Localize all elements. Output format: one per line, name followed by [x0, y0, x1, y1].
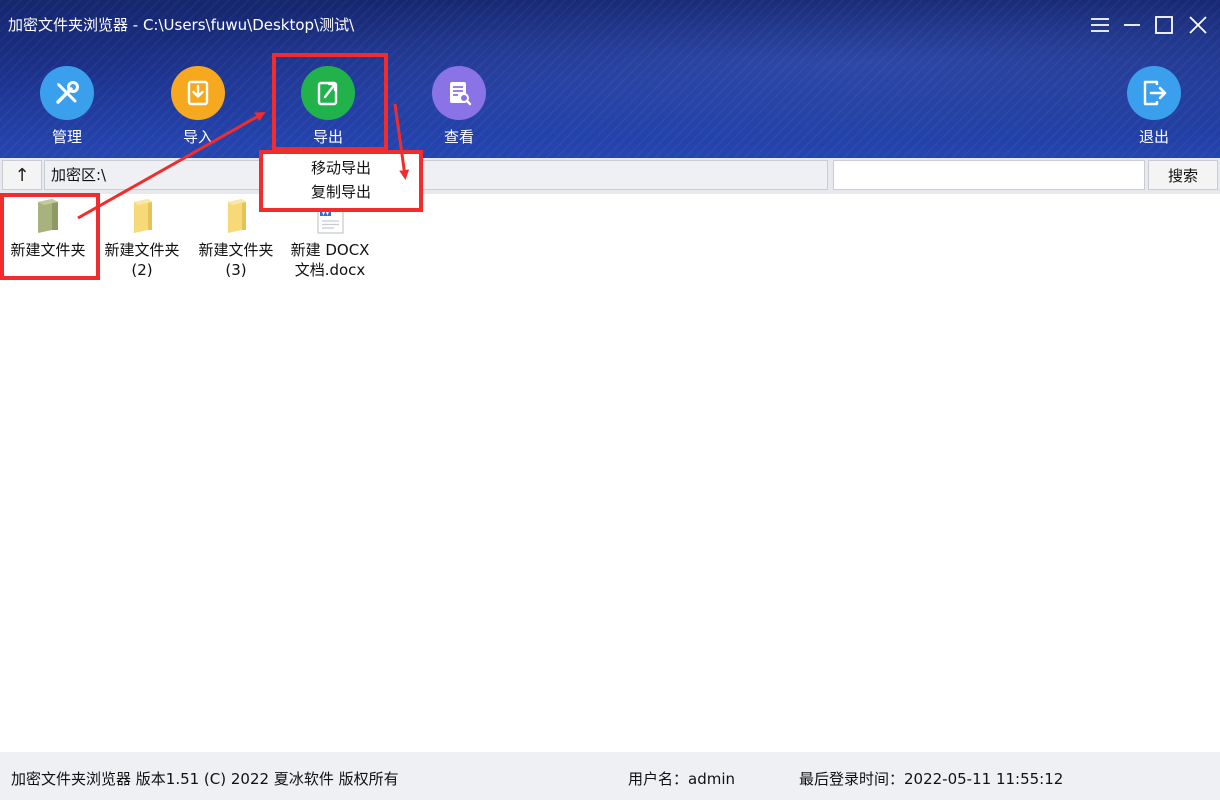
status-last-login: 最后登录时间：2022-05-11 11:55:12 [799, 770, 1064, 788]
path-input[interactable]: 加密区:\ [44, 160, 828, 190]
document-search-icon [432, 66, 486, 120]
up-folder-button[interactable]: ↑ [2, 160, 42, 190]
manage-label: 管理 [51, 128, 82, 146]
file-name-line2: (3) [225, 261, 247, 279]
maximize-icon [1155, 16, 1173, 34]
exit-button[interactable]: 退出 [1104, 66, 1204, 147]
search-input[interactable] [833, 160, 1145, 190]
folder-icon [216, 196, 256, 236]
view-label: 查看 [443, 128, 474, 146]
file-name: 新建文件夹 [104, 241, 180, 259]
file-name-line2: 文档.docx [294, 261, 366, 279]
annotation-box-export-menu [259, 150, 423, 212]
window-title: 加密文件夹浏览器 - C:\Users\fuwu\Desktop\测试\ [8, 16, 355, 34]
file-name-line2: (2) [131, 261, 153, 279]
title-bar: 加密文件夹浏览器 - C:\Users\fuwu\Desktop\测试\ 管理 … [0, 0, 1220, 158]
exit-icon [1127, 66, 1181, 120]
status-app-info: 加密文件夹浏览器 版本1.51 (C) 2022 夏冰软件 版权所有 [11, 770, 399, 788]
minimize-icon [1124, 24, 1140, 26]
folder-icon [122, 196, 162, 236]
wrench-screwdriver-icon [40, 66, 94, 120]
menu-button[interactable] [1087, 12, 1113, 38]
import-label: 导入 [182, 128, 213, 146]
annotation-box-selected-folder [0, 193, 100, 280]
annotation-box-export-button [272, 53, 388, 151]
file-item-folder-2[interactable]: 新建文件夹 (2) [96, 196, 188, 280]
file-name: 新建文件夹 [198, 241, 274, 259]
import-icon [171, 66, 225, 120]
status-bar: 加密文件夹浏览器 版本1.51 (C) 2022 夏冰软件 版权所有 用户名：a… [0, 752, 1220, 800]
maximize-button[interactable] [1151, 12, 1177, 38]
status-user: 用户名：admin [628, 770, 735, 788]
manage-button[interactable]: 管理 [17, 66, 117, 147]
exit-label: 退出 [1138, 128, 1169, 146]
import-button[interactable]: 导入 [148, 66, 248, 147]
minimize-button[interactable] [1119, 12, 1145, 38]
hamburger-icon [1091, 18, 1109, 32]
close-icon [1189, 16, 1207, 34]
address-bar: ↑ 加密区:\ 搜索 [0, 158, 1220, 194]
search-button[interactable]: 搜索 [1148, 160, 1218, 190]
file-name: 新建 DOCX [290, 241, 370, 259]
view-button[interactable]: 查看 [409, 66, 509, 147]
close-button[interactable] [1185, 12, 1211, 38]
